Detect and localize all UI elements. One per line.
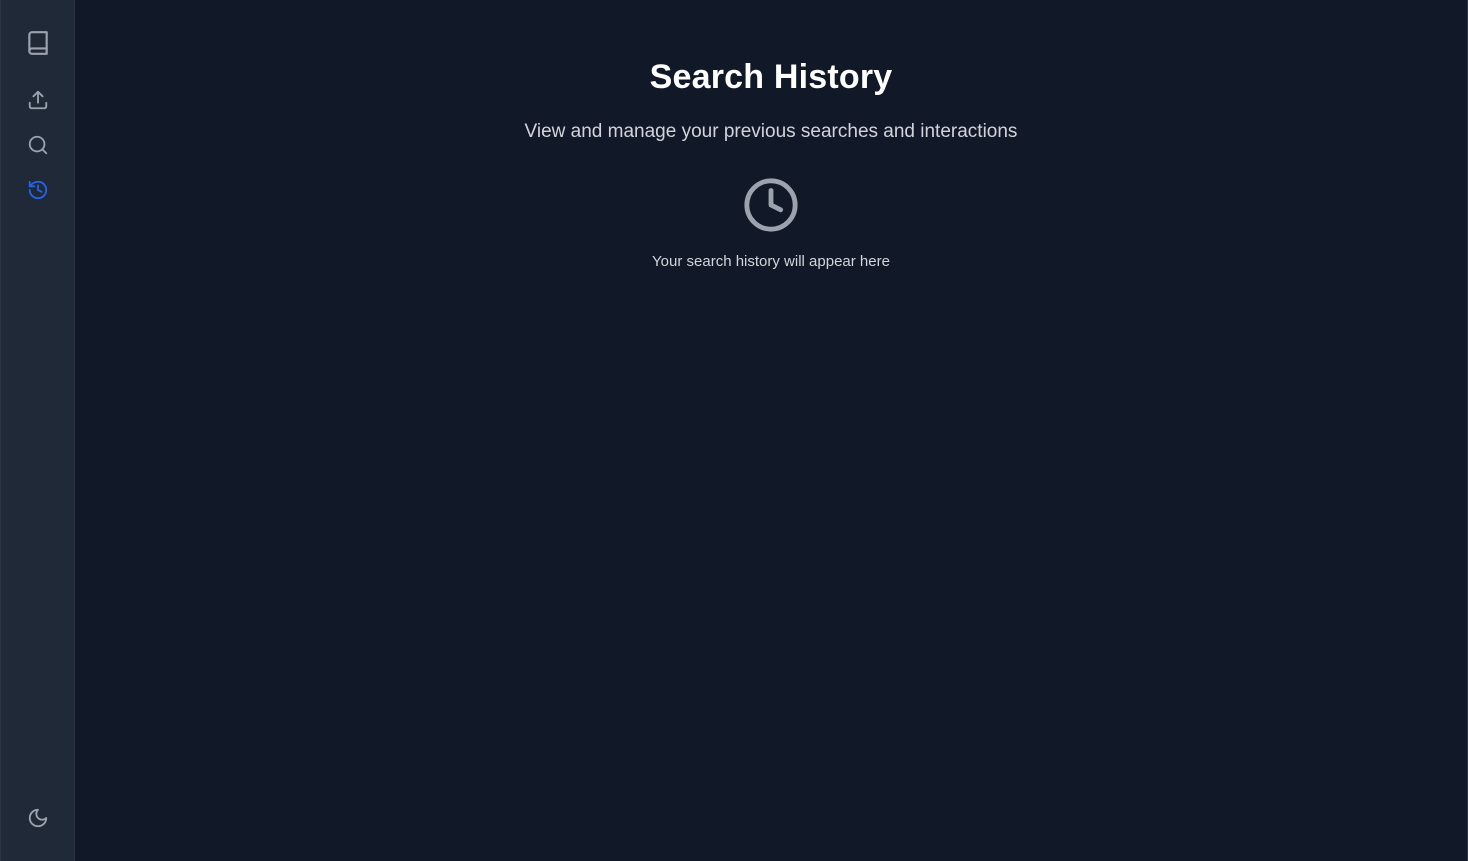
page-subtitle: View and manage your previous searches a… — [524, 121, 1018, 142]
main-content: Search History View and manage your prev… — [75, 0, 1468, 861]
search-icon[interactable] — [25, 132, 51, 158]
page-title: Search History — [649, 58, 893, 96]
empty-state-message: Your search history will appear here — [652, 253, 890, 270]
app-window: Search History View and manage your prev… — [0, 0, 1468, 861]
book-icon[interactable] — [25, 30, 51, 56]
sidebar — [0, 0, 75, 861]
moon-icon[interactable] — [25, 805, 51, 831]
clock-icon — [742, 176, 800, 234]
history-icon[interactable] — [25, 177, 51, 203]
upload-icon[interactable] — [25, 87, 51, 113]
